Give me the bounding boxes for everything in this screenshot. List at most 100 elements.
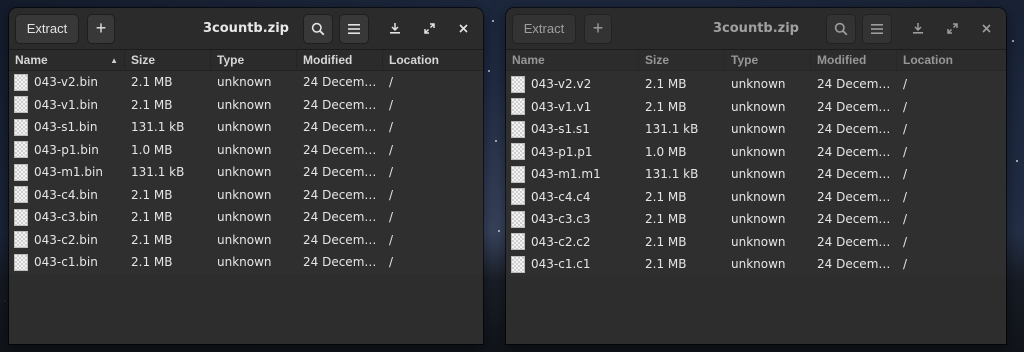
- plus-icon: +: [95, 18, 107, 38]
- add-button[interactable]: +: [584, 13, 612, 44]
- table-row[interactable]: 043-c1.bin 2.1 MB unknown 24 December… /: [9, 251, 483, 274]
- modified-cell: 24 Decembe…: [817, 234, 897, 249]
- column-header-modified[interactable]: Modified: [811, 50, 897, 70]
- search-button[interactable]: [303, 13, 333, 44]
- location-cell: /: [903, 144, 908, 159]
- location-cell: /: [903, 122, 908, 137]
- star: [495, 140, 497, 142]
- size-cell: 131.1 kB: [645, 122, 699, 137]
- add-button[interactable]: +: [87, 13, 115, 44]
- maximize-button[interactable]: [415, 15, 443, 43]
- file-name: 043-c1.bin: [34, 255, 98, 270]
- location-cell: /: [389, 187, 394, 202]
- column-header-location[interactable]: Location: [897, 50, 1006, 70]
- table-row[interactable]: 043-s1.bin 131.1 kB unknown 24 December… /: [9, 116, 483, 139]
- table-row[interactable]: 043-m1.m1 131.1 kB unknown 24 Decembe… /: [506, 163, 1006, 186]
- table-row[interactable]: 043-s1.s1 131.1 kB unknown 24 Decembe… /: [506, 118, 1006, 141]
- modified-cell: 24 December…: [303, 210, 383, 225]
- type-cell: unknown: [731, 99, 786, 114]
- file-icon: [14, 163, 28, 181]
- file-name: 043-s1.bin: [34, 120, 98, 135]
- table-row[interactable]: 043-m1.bin 131.1 kB unknown 24 December… /: [9, 161, 483, 184]
- file-name: 043-v2.v2: [531, 77, 592, 92]
- file-rows: 043-v2.v2 2.1 MB unknown 24 Decembe… / 043-v1…: [506, 73, 1006, 276]
- maximize-icon: [946, 23, 958, 34]
- maximize-button[interactable]: [938, 15, 966, 43]
- name-cell: 043-s1.s1: [506, 120, 639, 138]
- file-name: 043-c4.bin: [34, 187, 98, 202]
- table-row[interactable]: 043-p1.bin 1.0 MB unknown 24 December… /: [9, 139, 483, 162]
- table-row[interactable]: 043-c4.c4 2.1 MB unknown 24 Decembe… /: [506, 186, 1006, 209]
- location-cell: /: [903, 212, 908, 227]
- file-icon: [14, 141, 28, 159]
- name-cell: 043-c1.bin: [9, 253, 125, 271]
- name-cell: 043-c2.bin: [9, 231, 125, 249]
- file-icon: [511, 143, 525, 161]
- file-name: 043-m1.m1: [531, 167, 601, 182]
- modified-cell: 24 Decembe…: [817, 167, 897, 182]
- close-button[interactable]: [449, 15, 477, 43]
- column-header-type[interactable]: Type: [211, 50, 297, 70]
- extract-button[interactable]: Extract: [512, 13, 576, 44]
- table-row[interactable]: 043-c2.bin 2.1 MB unknown 24 December… /: [9, 229, 483, 252]
- type-cell: unknown: [217, 255, 272, 270]
- table-row[interactable]: 043-v1.v1 2.1 MB unknown 24 Decembe… /: [506, 96, 1006, 119]
- table-row[interactable]: 043-c1.c1 2.1 MB unknown 24 Decembe… /: [506, 253, 1006, 276]
- location-cell: /: [903, 257, 908, 272]
- size-cell: 2.1 MB: [131, 187, 173, 202]
- name-cell: 043-c3.bin: [9, 208, 125, 226]
- table-row[interactable]: 043-v2.v2 2.1 MB unknown 24 Decembe… /: [506, 73, 1006, 96]
- type-cell: unknown: [731, 189, 786, 204]
- name-cell: 043-v2.v2: [506, 75, 639, 93]
- column-header-size[interactable]: Size: [639, 50, 725, 70]
- menu-button[interactable]: [862, 13, 892, 44]
- column-header-name[interactable]: Name: [506, 50, 639, 70]
- table-row[interactable]: 043-c4.bin 2.1 MB unknown 24 December… /: [9, 184, 483, 207]
- location-cell: /: [389, 142, 394, 157]
- search-icon: [834, 22, 848, 35]
- file-name: 043-v1.bin: [34, 97, 99, 112]
- type-cell: unknown: [731, 122, 786, 137]
- minimize-button[interactable]: [381, 15, 409, 43]
- table-row[interactable]: 043-c2.c2 2.1 MB unknown 24 Decembe… /: [506, 231, 1006, 254]
- minimize-button[interactable]: [904, 15, 932, 43]
- size-cell: 2.1 MB: [131, 75, 173, 90]
- modified-cell: 24 December…: [303, 97, 383, 112]
- search-button[interactable]: [826, 13, 856, 44]
- modified-cell: 24 Decembe…: [817, 122, 897, 137]
- archive-window-active: Extract + 3countb.zip Name ▲ Size Type M…: [9, 8, 483, 344]
- column-header-type[interactable]: Type: [725, 50, 811, 70]
- name-cell: 043-c2.c2: [506, 233, 639, 251]
- file-icon: [511, 98, 525, 116]
- column-header-modified[interactable]: Modified: [297, 50, 383, 70]
- type-cell: unknown: [731, 77, 786, 92]
- table-row[interactable]: 043-v1.bin 2.1 MB unknown 24 December… /: [9, 94, 483, 117]
- type-cell: unknown: [217, 187, 272, 202]
- file-icon: [14, 253, 28, 271]
- extract-button[interactable]: Extract: [15, 13, 79, 44]
- size-cell: 2.1 MB: [645, 77, 687, 92]
- column-header-row: Name Size Type Modified Location: [506, 50, 1006, 71]
- size-cell: 1.0 MB: [131, 142, 173, 157]
- column-header-location[interactable]: Location: [383, 50, 483, 70]
- table-row[interactable]: 043-c3.c3 2.1 MB unknown 24 Decembe… /: [506, 208, 1006, 231]
- table-row[interactable]: 043-v2.bin 2.1 MB unknown 24 December… /: [9, 71, 483, 94]
- column-header-size[interactable]: Size: [125, 50, 211, 70]
- table-row[interactable]: 043-c3.bin 2.1 MB unknown 24 December… /: [9, 206, 483, 229]
- star: [492, 20, 494, 22]
- size-cell: 2.1 MB: [131, 255, 173, 270]
- file-icon: [511, 255, 525, 273]
- column-header-name[interactable]: Name ▲: [9, 50, 125, 70]
- file-name: 043-m1.bin: [34, 165, 103, 180]
- modified-cell: 24 Decembe…: [817, 257, 897, 272]
- file-name: 043-p1.bin: [34, 142, 99, 157]
- close-button[interactable]: [972, 15, 1000, 43]
- name-cell: 043-s1.bin: [9, 118, 125, 136]
- menu-button[interactable]: [339, 13, 369, 44]
- archive-window-inactive: Extract + 3countb.zip Name Size Type Mod…: [506, 8, 1006, 344]
- table-row[interactable]: 043-p1.p1 1.0 MB unknown 24 Decembe… /: [506, 141, 1006, 164]
- download-icon: [913, 23, 923, 34]
- file-icon: [511, 210, 525, 228]
- type-cell: unknown: [217, 232, 272, 247]
- type-cell: unknown: [217, 120, 272, 135]
